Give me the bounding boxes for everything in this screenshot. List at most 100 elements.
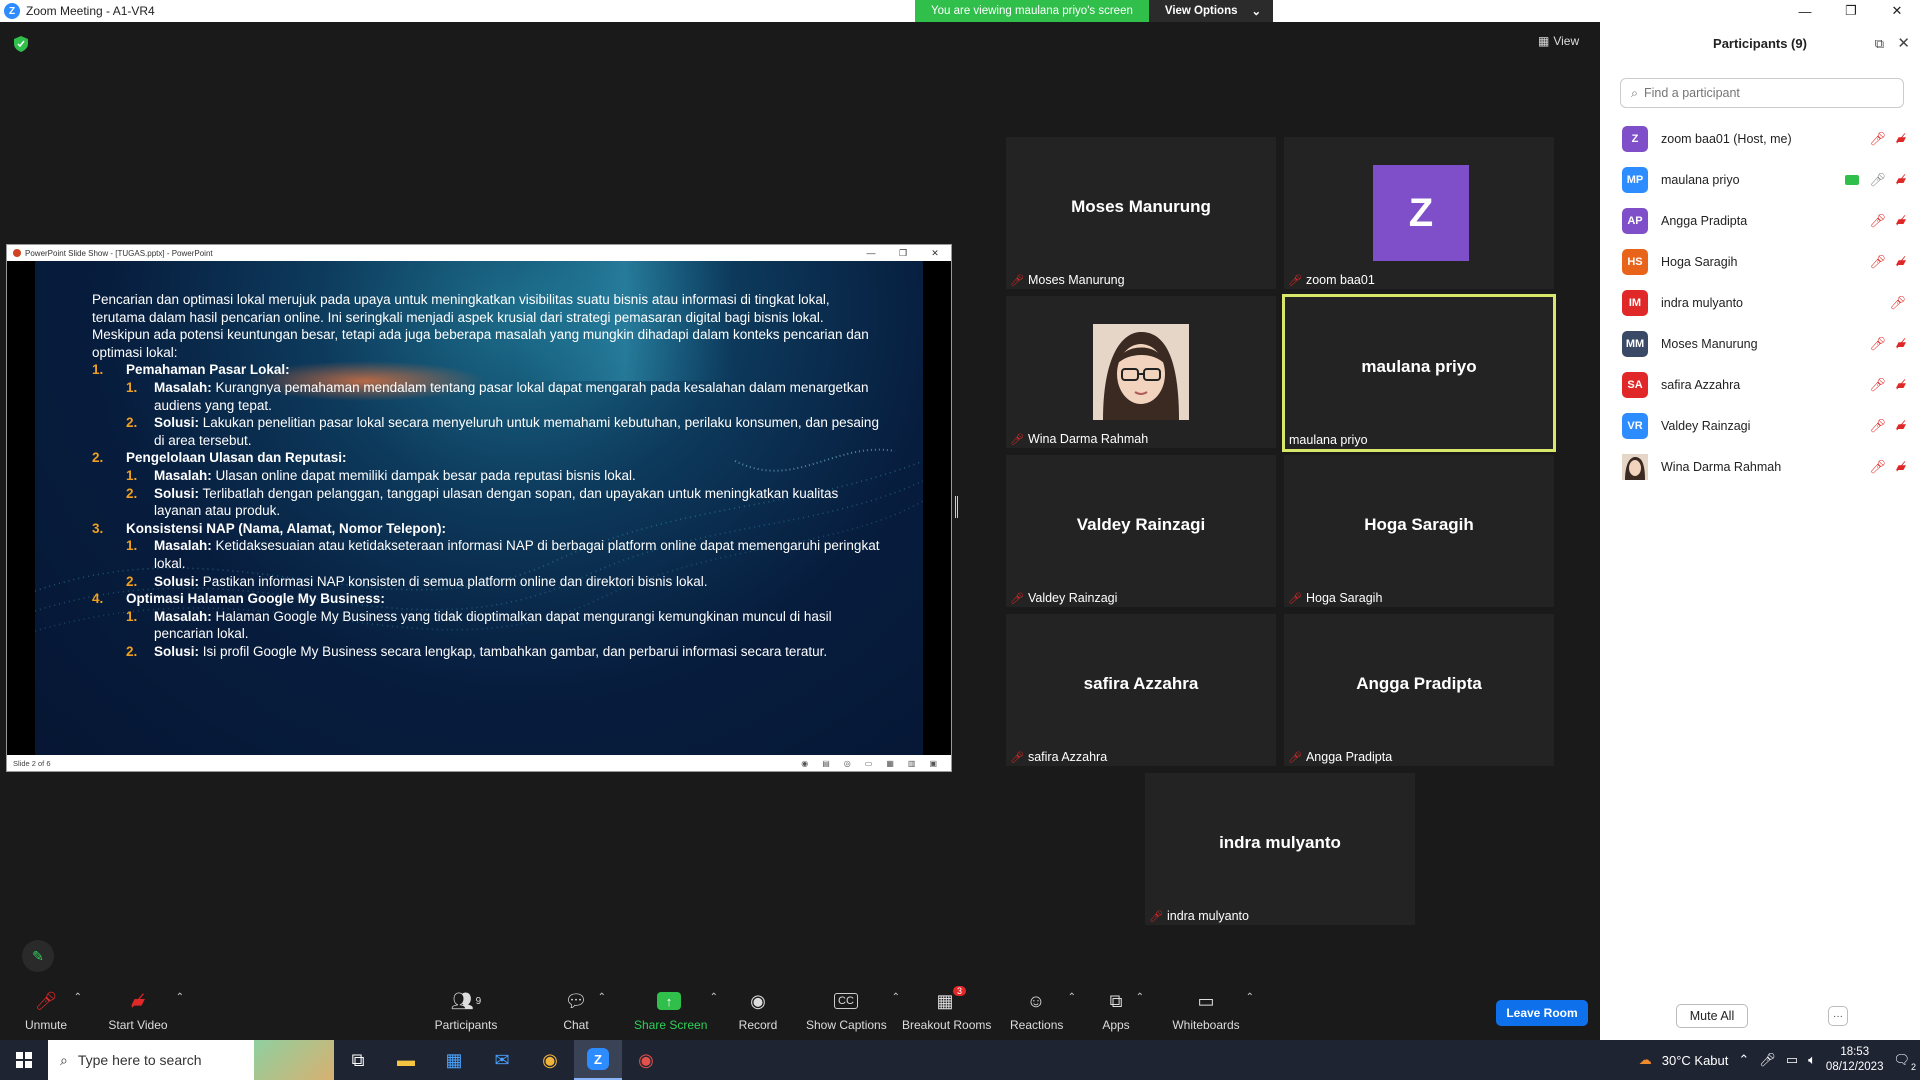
volume-icon[interactable]: 🔈︎ [1808, 1052, 1816, 1068]
participant-row[interactable]: IM indra mulyanto 🎤︎ [1600, 282, 1920, 323]
windows-taskbar: ⌕ Type here to search ⧉ ▬ ▦ ✉ ◉ Z ◉ ☁ 30… [0, 1040, 1920, 1080]
avatar: MM [1622, 330, 1648, 357]
mic-icon: 🎤︎ [1869, 171, 1886, 187]
tile-label: 🎤︎ Wina Darma Rahmah [1010, 432, 1149, 446]
video-tile[interactable]: Hoga Saragih 🎤︎ Hoga Saragih [1284, 455, 1554, 607]
video-tile[interactable]: Valdey Rainzagi 🎤︎ Valdey Rainzagi [1006, 455, 1276, 607]
caret-up-icon[interactable]: ⌃ [892, 992, 900, 1003]
video-off-icon: ▰̸ [1896, 212, 1906, 228]
participant-row[interactable]: MP maulana priyo 🎤︎ ▰̸ [1600, 159, 1920, 200]
taskbar-search[interactable]: ⌕ Type here to search [48, 1040, 334, 1080]
video-tile[interactable]: Moses Manurung 🎤︎ Moses Manurung [1006, 137, 1276, 289]
section-item: 2. Solusi: Lakukan penelitian pasar lokal… [126, 415, 879, 448]
video-off-icon: ▰̸ [1896, 171, 1906, 187]
zoom-logo-icon: Z [4, 3, 20, 19]
tile-display-name: maulana priyo [1361, 357, 1477, 376]
participant-row[interactable]: Z zoom baa01 (Host, me) 🎤︎ ▰̸ [1600, 118, 1920, 159]
caret-up-icon[interactable]: ⌃ [1136, 992, 1144, 1003]
record-button[interactable]: ◉ Record [738, 988, 778, 1033]
muted-mic-icon: 🎤︎ [1869, 458, 1886, 474]
apps-button[interactable]: ⧉ ⌃ Apps [1102, 988, 1144, 1033]
view-button[interactable]: ▦ View [1538, 34, 1579, 48]
section-heading: 1. Pemahaman Pasar Lokal: [92, 362, 290, 378]
resize-splitter[interactable] [955, 496, 958, 518]
profile-photo [1093, 324, 1189, 420]
leave-room-button[interactable]: Leave Room [1496, 1000, 1588, 1026]
video-off-icon: ▰̸ [1896, 458, 1906, 474]
more-options-button[interactable]: ··· [1828, 1006, 1848, 1026]
ppt-restore-icon: ❐ [898, 247, 908, 258]
video-tile[interactable]: Z 🎤︎ zoom baa01 [1284, 137, 1554, 289]
tile-label: 🎤︎ Hoga Saragih [1288, 591, 1383, 605]
caret-up-icon[interactable]: ⌃ [710, 992, 718, 1003]
show-captions-button[interactable]: CC ⌃ Show Captions [806, 988, 900, 1032]
video-tile[interactable]: safira Azzahra 🎤︎ safira Azzahra [1006, 614, 1276, 766]
video-off-icon: ▰̸ [1896, 376, 1906, 392]
close-panel-icon[interactable]: ✕ [1897, 34, 1910, 52]
apps-icon: ⧉ ⌃ [1109, 990, 1144, 1011]
breakout-badge: 3 [952, 986, 966, 996]
muted-mic-icon: 🎤︎ [1869, 253, 1886, 269]
participant-row[interactable]: VR Valdey Rainzagi 🎤︎ ▰̸ [1600, 405, 1920, 446]
section-item: 2. Solusi: Terlibatlah dengan pelanggan, … [126, 485, 839, 519]
participant-row[interactable]: HS Hoga Saragih 🎤︎ ▰̸ [1600, 241, 1920, 282]
caret-up-icon[interactable]: ⌃ [1246, 992, 1254, 1003]
participant-row[interactable]: AP Angga Pradipta 🎤︎ ▰̸ [1600, 200, 1920, 241]
annotate-pencil-icon[interactable]: ✎ [22, 940, 54, 972]
restore-icon[interactable]: ❐ [1828, 0, 1874, 22]
reactions-icon: ☺ ⌃ [1026, 990, 1076, 1011]
video-tile[interactable]: indra mulyanto 🎤︎ indra mulyanto [1145, 773, 1415, 925]
unmute-button[interactable]: 🎤︎ ⌃ Unmute [24, 988, 82, 1033]
video-off-icon: ▰̸ [1896, 130, 1906, 146]
participant-row[interactable]: MM Moses Manurung 🎤︎ ▰̸ [1600, 323, 1920, 364]
chrome-profile-icon[interactable]: ◉ [622, 1040, 670, 1080]
muted-mic-icon: 🎤︎ [1869, 130, 1886, 146]
video-tile[interactable]: Angga Pradipta 🎤︎ Angga Pradipta [1284, 614, 1554, 766]
view-options-button[interactable]: View Options ⌄ [1148, 0, 1274, 22]
caret-up-icon[interactable]: ⌃ [74, 992, 82, 1003]
close-icon[interactable]: ✕ [1874, 0, 1920, 22]
avatar: SA [1622, 371, 1648, 398]
breakout-rooms-button[interactable]: ▦ 3 Breakout Rooms [902, 986, 991, 1032]
microsoft-store-icon[interactable]: ▦ [430, 1040, 478, 1080]
clock[interactable]: 18:53 08/12/2023 [1826, 1045, 1884, 1075]
network-icon[interactable]: ▭ [1786, 1052, 1798, 1068]
avatar: Z [1622, 125, 1648, 152]
section-item: 1. Masalah: Halaman Google My Business ya… [126, 608, 832, 642]
zoom-taskbar-icon[interactable]: Z [574, 1040, 622, 1080]
security-shield-icon[interactable] [14, 36, 28, 52]
file-explorer-icon[interactable]: ▬ [382, 1040, 430, 1080]
tile-label: 🎤︎ Angga Pradipta [1288, 750, 1393, 764]
participant-row[interactable]: Wina Darma Rahmah 🎤︎ ▰̸ [1600, 446, 1920, 487]
microphone-icon[interactable]: 🎤︎ [1759, 1052, 1776, 1068]
mute-all-button[interactable]: Mute All [1676, 1004, 1748, 1028]
windows-start-button[interactable] [0, 1040, 48, 1080]
reactions-button[interactable]: ☺ ⌃ Reactions [1010, 988, 1076, 1033]
chevron-up-icon[interactable]: ⌃ [1738, 1052, 1749, 1068]
search-input[interactable] [1644, 86, 1885, 100]
caret-up-icon[interactable]: ⌃ [1068, 992, 1076, 1003]
notifications-icon[interactable]: 🗨︎ 2 [1893, 1052, 1916, 1072]
normal-view-icon: ▭ [864, 758, 873, 768]
whiteboards-button[interactable]: ▭ ⌃ Whiteboards [1172, 988, 1254, 1033]
comments-icon: ◎ [843, 758, 851, 768]
minimize-icon[interactable]: — [1782, 0, 1828, 22]
participants-button[interactable]: 👥︎ 9 Participants [434, 988, 498, 1033]
participant-search[interactable]: ⌕ [1620, 78, 1904, 108]
video-off-icon: ▰̸ [1896, 335, 1906, 351]
weather-text[interactable]: 30°C Kabut [1662, 1053, 1729, 1068]
muted-mic-icon: 🎤︎ [1010, 274, 1024, 287]
caret-up-icon[interactable]: ⌃ [598, 992, 606, 1003]
share-screen-button[interactable]: ↑ ⌃ Share Screen [634, 988, 718, 1032]
tile-label: 🎤︎ zoom baa01 [1288, 273, 1375, 287]
start-video-button[interactable]: ▰̸ ⌃ Start Video [106, 988, 184, 1033]
video-tile[interactable]: 🎤︎ Wina Darma Rahmah [1006, 296, 1276, 448]
caret-up-icon[interactable]: ⌃ [176, 992, 184, 1003]
chat-button[interactable]: 💬︎ ⌃ Chat [560, 988, 606, 1033]
pop-out-icon[interactable]: ⧉ [1875, 36, 1884, 52]
chrome-icon[interactable]: ◉ [526, 1040, 574, 1080]
task-view-icon[interactable]: ⧉ [334, 1040, 382, 1080]
video-tile-active-speaker[interactable]: maulana priyo maulana priyo [1282, 294, 1556, 452]
mail-icon[interactable]: ✉ [478, 1040, 526, 1080]
participant-row[interactable]: SA safira Azzahra 🎤︎ ▰̸ [1600, 364, 1920, 405]
